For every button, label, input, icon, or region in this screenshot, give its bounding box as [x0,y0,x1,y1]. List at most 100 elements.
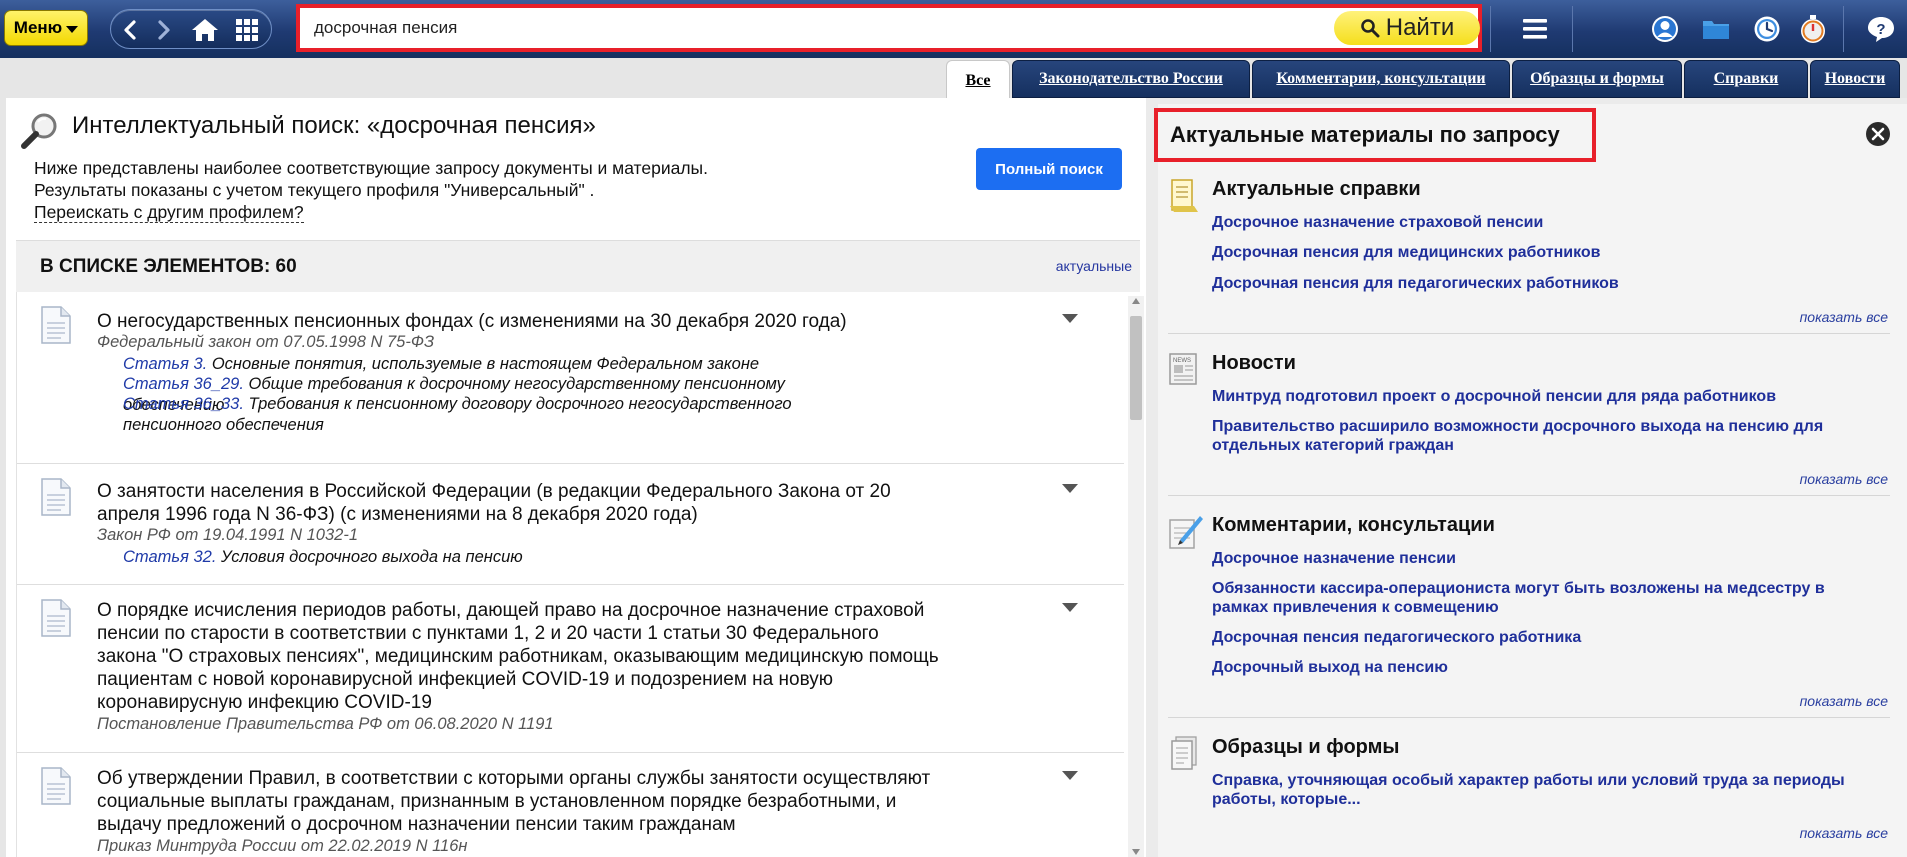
tab-news[interactable]: Новости [1810,60,1900,98]
folder-icon [1703,21,1729,39]
expand-arrow-icon[interactable] [1062,603,1078,612]
divider [1168,717,1890,718]
result-section-link[interactable]: Статья 36_33. Требования к пенсионному д… [123,394,813,436]
tab-references[interactable]: Справки [1684,60,1808,98]
navigation-group [110,9,272,49]
home-icon [192,19,218,41]
show-all-forms-link[interactable]: показать все [1800,825,1888,841]
form-link[interactable]: Справка, уточняющая особый характер рабо… [1212,771,1862,809]
results-description-line-1: Ниже представлены наиболее соответствующ… [34,158,708,178]
find-button-label: Найти [1385,14,1455,41]
arrow-left-icon [124,20,136,40]
folders-button[interactable] [1700,13,1732,45]
expand-arrow-icon[interactable] [1062,484,1078,493]
close-icon [1871,127,1885,141]
result-document-info: Постановление Правительства РФ от 06.08.… [97,715,554,733]
comment-link[interactable]: Досрочный выход на пенсию [1212,658,1862,677]
scroll-down-icon[interactable] [1132,849,1140,855]
result-section-link[interactable]: Статья 3. Основные понятия, используемые… [123,354,823,375]
svg-text:NEWS: NEWS [1173,358,1191,364]
hamburger-menu-button[interactable] [1519,13,1551,45]
section-title-references: Актуальные справки [1212,178,1421,200]
results-list: О негосударственных пенсионных фондах (с… [16,292,1124,857]
menu-button[interactable]: Меню [4,10,88,46]
document-icon [41,478,71,516]
stopwatch-icon [1801,15,1825,43]
reference-link[interactable]: Досрочная пенсия для педагогических рабо… [1212,274,1862,293]
show-all-news-link[interactable]: показать все [1800,471,1888,487]
help-button[interactable]: ? [1865,13,1897,45]
section-title-forms: Образцы и формы [1212,736,1400,758]
separator [1572,6,1573,52]
show-all-references-link[interactable]: показать все [1800,309,1888,325]
news-link[interactable]: Минтруд подготовил проект о досрочной пе… [1212,387,1862,406]
section-title-news: Новости [1212,352,1296,374]
full-search-button[interactable]: Полный поиск [976,148,1122,190]
user-icon [1652,16,1678,42]
related-materials-title: Актуальные материалы по запросу [1170,122,1560,147]
expand-arrow-icon[interactable] [1062,771,1078,780]
find-button[interactable]: Найти [1334,11,1480,45]
divider [1168,495,1890,496]
timer-button[interactable] [1797,13,1829,45]
sort-relevant-link[interactable]: актуальные [1056,258,1132,274]
tab-all[interactable]: Все [946,60,1010,100]
result-item[interactable]: О занятости населения в Российской Федер… [17,464,1124,585]
tab-forms[interactable]: Образцы и формы [1512,60,1682,98]
result-document-info: Приказ Минтруда России от 22.02.2019 N 1… [97,837,468,855]
tab-legislation[interactable]: Законодательство России [1012,60,1250,98]
clock-icon [1754,16,1780,42]
comment-link[interactable]: Досрочная пенсия педагогического работни… [1212,628,1862,647]
show-all-comments-link[interactable]: показать все [1800,693,1888,709]
scroll-thumb[interactable] [1130,316,1142,420]
tab-comments[interactable]: Комментарии, консультации [1252,60,1510,98]
forward-button[interactable] [147,14,179,46]
result-title[interactable]: Об утверждении Правил, в соответствии с … [97,767,930,836]
arrow-right-icon [158,20,170,40]
separator [1490,6,1491,52]
tabs-bar: Все Законодательство России Комментарии,… [0,58,1907,100]
search-icon [1360,19,1380,38]
result-title[interactable]: О негосударственных пенсионных фондах (с… [97,310,847,333]
close-panel-button[interactable] [1866,122,1890,146]
document-icon [41,306,71,344]
change-profile-link[interactable]: Переискать с другим профилем? [34,202,304,223]
profile-button[interactable] [1649,13,1681,45]
caret-down-icon [66,25,79,33]
comment-link[interactable]: Досрочное назначение пенсии [1212,549,1862,568]
news-icon: NEWS [1169,353,1197,385]
reference-icon [1170,179,1198,212]
results-count: В СПИСКЕ ЭЛЕМЕНТОВ: 60 [40,256,297,277]
forms-icon [1171,736,1197,770]
news-link[interactable]: Правительство расширило возможности доср… [1212,417,1862,455]
scroll-up-icon[interactable] [1132,298,1140,304]
section-title-comments: Комментарии, консультации [1212,514,1495,536]
panel-edge [0,98,6,857]
expand-arrow-icon[interactable] [1062,314,1078,323]
result-item[interactable]: О негосударственных пенсионных фондах (с… [17,292,1124,464]
home-button[interactable] [189,14,221,46]
result-document-info: Федеральный закон от 07.05.1998 N 75-ФЗ [97,333,435,351]
result-item[interactable]: Об утверждении Правил, в соответствии с … [17,753,1124,857]
divider [1168,333,1890,334]
results-scrollbar[interactable] [1128,296,1144,857]
page-title: Интеллектуальный поиск: «досрочная пенси… [72,112,596,139]
related-materials-header: Актуальные материалы по запросу [1154,108,1596,162]
result-title[interactable]: О занятости населения в Российской Федер… [97,480,891,526]
help-icon: ? [1868,17,1894,42]
history-button[interactable] [1751,13,1783,45]
result-title[interactable]: О порядке исчисления периодов работы, да… [97,599,939,714]
result-item[interactable]: О порядке исчисления периодов работы, да… [17,585,1124,753]
svg-text:?: ? [1876,21,1885,38]
search-box: Найти [296,4,1482,52]
document-icon [41,767,71,805]
reference-link[interactable]: Досрочное назначение страховой пенсии [1212,213,1862,232]
back-button[interactable] [115,14,147,46]
menu-button-label: Меню [13,18,63,37]
reference-link[interactable]: Досрочная пенсия для медицинских работни… [1212,243,1862,262]
result-section-link[interactable]: Статья 32. Условия досрочного выхода на … [123,547,823,568]
apps-button[interactable] [231,14,263,46]
search-input[interactable] [314,16,1214,40]
result-document-info: Закон РФ от 19.04.1991 N 1032-1 [97,526,359,544]
comment-link[interactable]: Обязанности кассира-операциониста могут … [1212,579,1862,617]
